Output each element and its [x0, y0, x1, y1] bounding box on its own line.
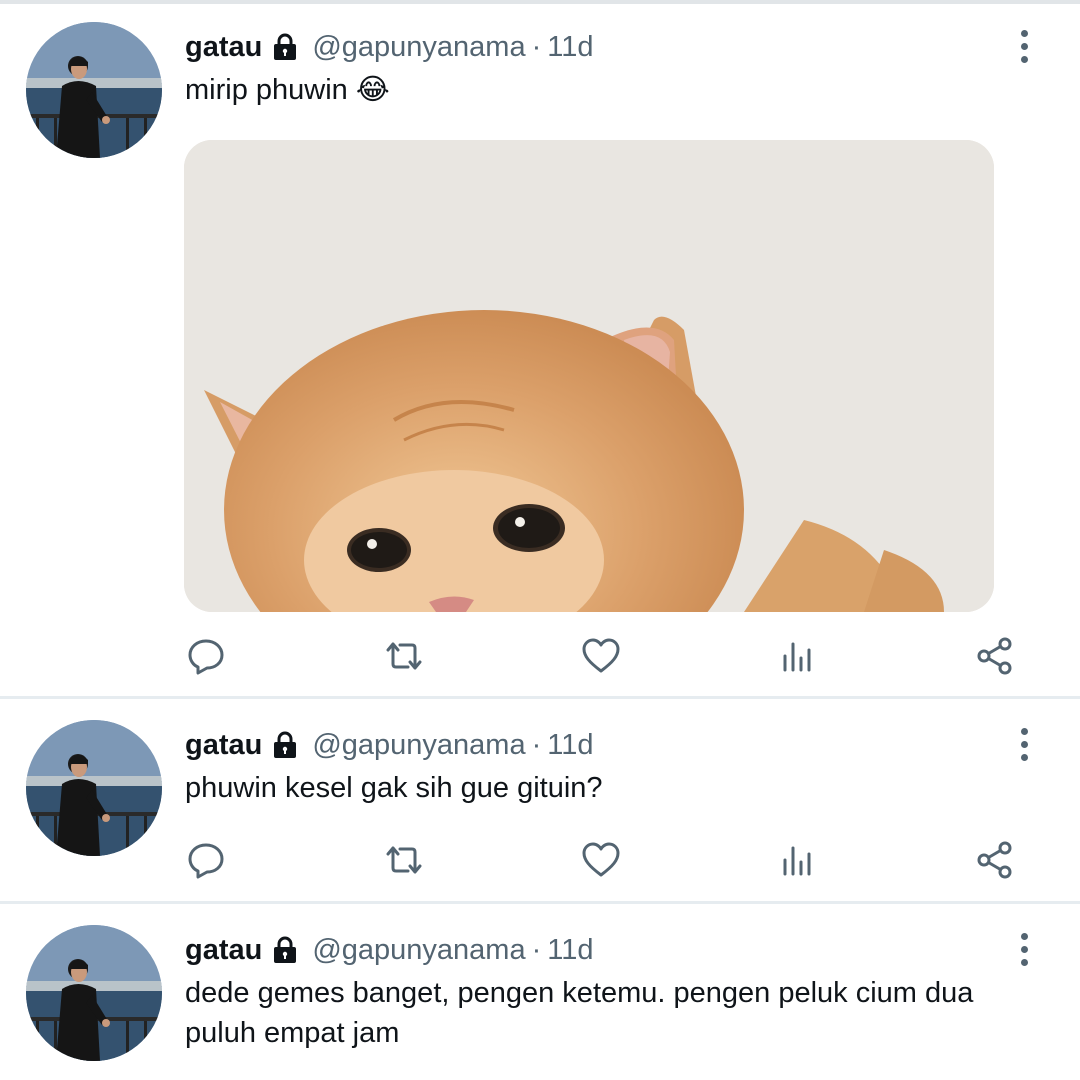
share-icon[interactable]	[971, 632, 1019, 680]
top-divider	[0, 0, 1080, 4]
heart-icon[interactable]	[577, 632, 625, 680]
display-name[interactable]: gatau	[185, 31, 262, 64]
tweet-image-cat[interactable]	[184, 140, 994, 612]
lock-icon	[270, 730, 300, 760]
tweet-divider	[0, 901, 1080, 904]
more-vertical-icon[interactable]	[1010, 929, 1038, 969]
separator-dot: ·	[531, 728, 542, 761]
display-name[interactable]: gatau	[185, 729, 262, 762]
tweet-text: dede gemes banget, pengen ketemu. pengen…	[185, 977, 974, 1049]
handle[interactable]: @gapunyanama	[312, 31, 525, 64]
more-vertical-icon[interactable]	[1010, 724, 1038, 764]
reply-icon[interactable]	[182, 836, 230, 884]
separator-dot: ·	[531, 30, 542, 63]
views-icon[interactable]	[774, 836, 822, 884]
display-name[interactable]: gatau	[185, 934, 262, 967]
timestamp[interactable]: 11d	[547, 31, 593, 64]
reply-icon[interactable]	[182, 632, 230, 680]
tweet-divider	[0, 696, 1080, 699]
views-icon[interactable]	[774, 632, 822, 680]
retweet-icon[interactable]	[380, 836, 428, 884]
lock-icon	[270, 32, 300, 62]
tweet-header: gatau @gapunyanama · 11d	[185, 725, 594, 765]
tweet-header: gatau @gapunyanama · 11d	[185, 930, 594, 970]
timestamp[interactable]: 11d	[547, 934, 593, 967]
tweet-actions	[0, 632, 1080, 680]
retweet-icon[interactable]	[380, 632, 428, 680]
tweet-header: gatau @gapunyanama · 11d	[185, 27, 594, 67]
avatar[interactable]	[26, 22, 162, 158]
handle[interactable]: @gapunyanama	[312, 934, 525, 967]
share-icon[interactable]	[971, 836, 1019, 884]
separator-dot: ·	[531, 933, 542, 966]
lock-icon	[270, 935, 300, 965]
more-vertical-icon[interactable]	[1010, 26, 1038, 66]
timestamp[interactable]: 11d	[547, 729, 593, 762]
heart-icon[interactable]	[577, 836, 625, 884]
tweet-text: phuwin kesel gak sih gue gituin?	[185, 772, 603, 804]
avatar[interactable]	[26, 925, 162, 1061]
handle[interactable]: @gapunyanama	[312, 729, 525, 762]
tweet-text: mirip phuwin 😂	[185, 74, 390, 106]
tweet-actions	[0, 836, 1080, 884]
